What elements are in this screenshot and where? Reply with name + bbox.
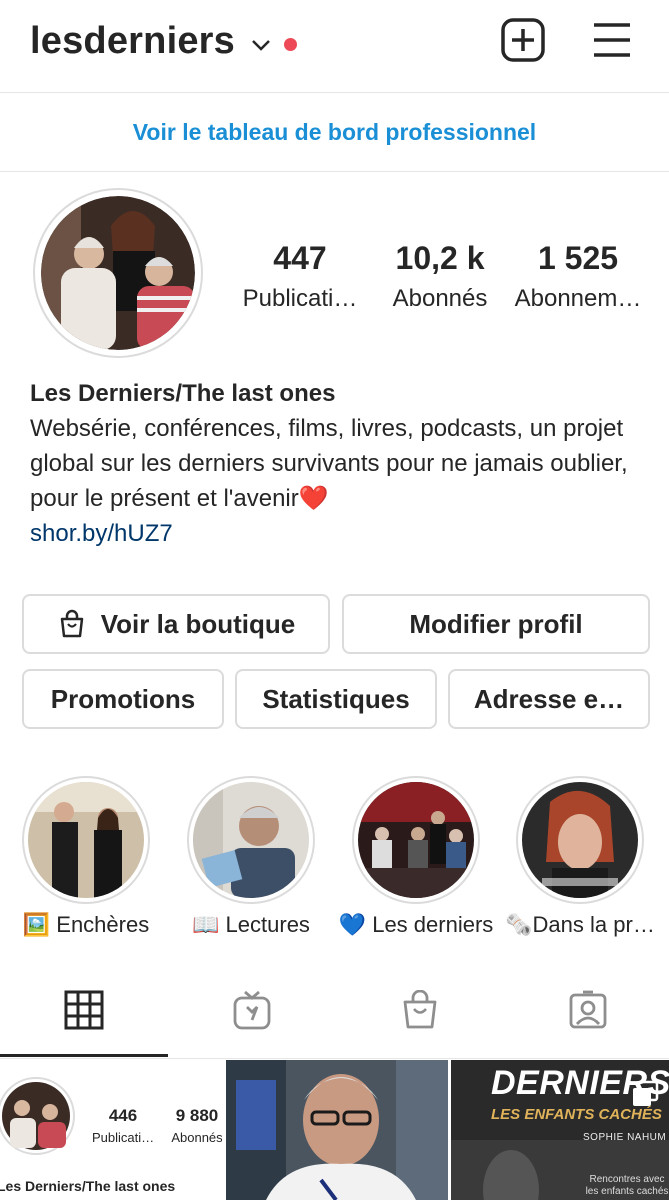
post-stat-followers-label: Abonnés (171, 1130, 222, 1145)
shop-bag-icon[interactable] (400, 990, 440, 1030)
post-avatar-image (0, 1077, 75, 1155)
highlight-ring (187, 776, 315, 904)
active-tab-indicator (0, 1054, 168, 1057)
following-count[interactable]: 1 525 Abonnem… (508, 240, 648, 313)
professional-dashboard-link[interactable]: Voir le tableau de bord professionnel (0, 93, 669, 172)
highlight-label: 📖 Lectures (192, 912, 310, 937)
email-address-label: Adresse e… (473, 683, 625, 714)
highlight-label: 💙 Les derniers (338, 912, 494, 937)
post-image (226, 1060, 448, 1200)
highlight-cover-image (522, 782, 638, 898)
book-subtitle: LES ENFANTS CACHÉS (491, 1106, 662, 1123)
grid-post-3[interactable]: DERNIERS LES ENFANTS CACHÉS SOPHIE NAHUM… (451, 1060, 669, 1200)
posts-count[interactable]: 447 Publicati… (230, 240, 370, 313)
post-stat-posts-value: 446 (108, 1106, 138, 1125)
book-caption: Rencontres avec les enfants cachés (581, 1174, 669, 1198)
profile-display-name: Les Derniers/The last ones (30, 380, 336, 407)
post-stat-followers: 9 880 Abonnés (166, 1106, 222, 1145)
post-stat-followers-value: 9 880 (175, 1106, 219, 1125)
dashboard-link-label: Voir le tableau de bord professionnel (132, 118, 537, 145)
bio-text-block: Websérie, conférences, films, livres, po… (30, 411, 640, 516)
insights-button[interactable]: Statistiques (235, 669, 437, 729)
profile-bio: Les Derniers/The last ones Websérie, con… (30, 376, 640, 551)
bio-text: Websérie, conférences, films, livres, po… (30, 415, 628, 512)
edit-profile-label: Modifier profil (409, 608, 583, 639)
highlight-label: 🗞️Dans la pr… (505, 912, 655, 937)
grid-icon[interactable] (64, 990, 104, 1030)
following-value: 1 525 (537, 240, 619, 276)
followers-count[interactable]: 10,2 k Abonnés (370, 240, 510, 313)
multiple-photos-icon (633, 1080, 659, 1106)
post-profile-name: Les Derniers/The last ones (0, 1178, 176, 1194)
grid-post-2[interactable] (226, 1060, 448, 1200)
grid-post-1[interactable]: 446 Publicati… 9 880 Abonnés Les Dernier… (0, 1060, 222, 1200)
post-stat-posts-label: Publicati… (92, 1130, 155, 1145)
view-shop-button[interactable]: Voir la boutique (22, 594, 330, 654)
highlight-cover-image (358, 782, 474, 898)
followers-value: 10,2 k (395, 240, 485, 276)
view-shop-label: Voir la boutique (100, 608, 296, 639)
highlight-ring (352, 776, 480, 904)
following-label: Abonnem… (514, 285, 642, 312)
highlight-encheres[interactable]: 🖼️ Enchères (22, 776, 150, 938)
book-caption-line1: Rencontres avec (589, 1174, 665, 1185)
heart-emoji: ❤️ (298, 485, 329, 512)
edit-profile-button[interactable]: Modifier profil (342, 594, 650, 654)
book-caption-line2: les enfants cachés (585, 1186, 669, 1197)
account-username[interactable]: lesderniers (30, 20, 235, 63)
highlight-lectures[interactable]: 📖 Lectures (187, 776, 315, 938)
highlight-les-derniers[interactable]: 💙 Les derniers (339, 776, 493, 938)
highlight-dans-la-presse[interactable]: 🗞️Dans la pr… (505, 776, 655, 938)
create-post-icon[interactable] (500, 17, 546, 63)
profile-avatar[interactable] (33, 188, 203, 358)
posts-label: Publicati… (242, 285, 358, 312)
followers-label: Abonnés (392, 285, 488, 312)
shopping-bag-icon (60, 609, 83, 638)
tagged-icon[interactable] (568, 990, 608, 1030)
chevron-down-icon[interactable] (250, 34, 272, 56)
menu-icon[interactable] (592, 20, 632, 60)
book-author: SOPHIE NAHUM (583, 1132, 667, 1143)
highlight-cover-image (193, 782, 309, 898)
highlight-ring (22, 776, 150, 904)
notification-dot (284, 38, 297, 51)
promotions-button[interactable]: Promotions (22, 669, 224, 729)
bio-link[interactable]: shor.by/hUZ7 (30, 516, 640, 551)
promotions-label: Promotions (50, 683, 196, 714)
post-stat-posts: 446 Publicati… (92, 1106, 154, 1145)
highlight-cover-image (28, 782, 144, 898)
igtv-icon[interactable] (232, 990, 272, 1030)
highlight-label: 🖼️ Enchères (22, 912, 150, 937)
email-address-button[interactable]: Adresse e… (448, 669, 650, 729)
avatar-photo (41, 196, 195, 350)
insights-label: Statistiques (262, 683, 410, 714)
highlight-ring (516, 776, 644, 904)
posts-value: 447 (273, 240, 327, 276)
